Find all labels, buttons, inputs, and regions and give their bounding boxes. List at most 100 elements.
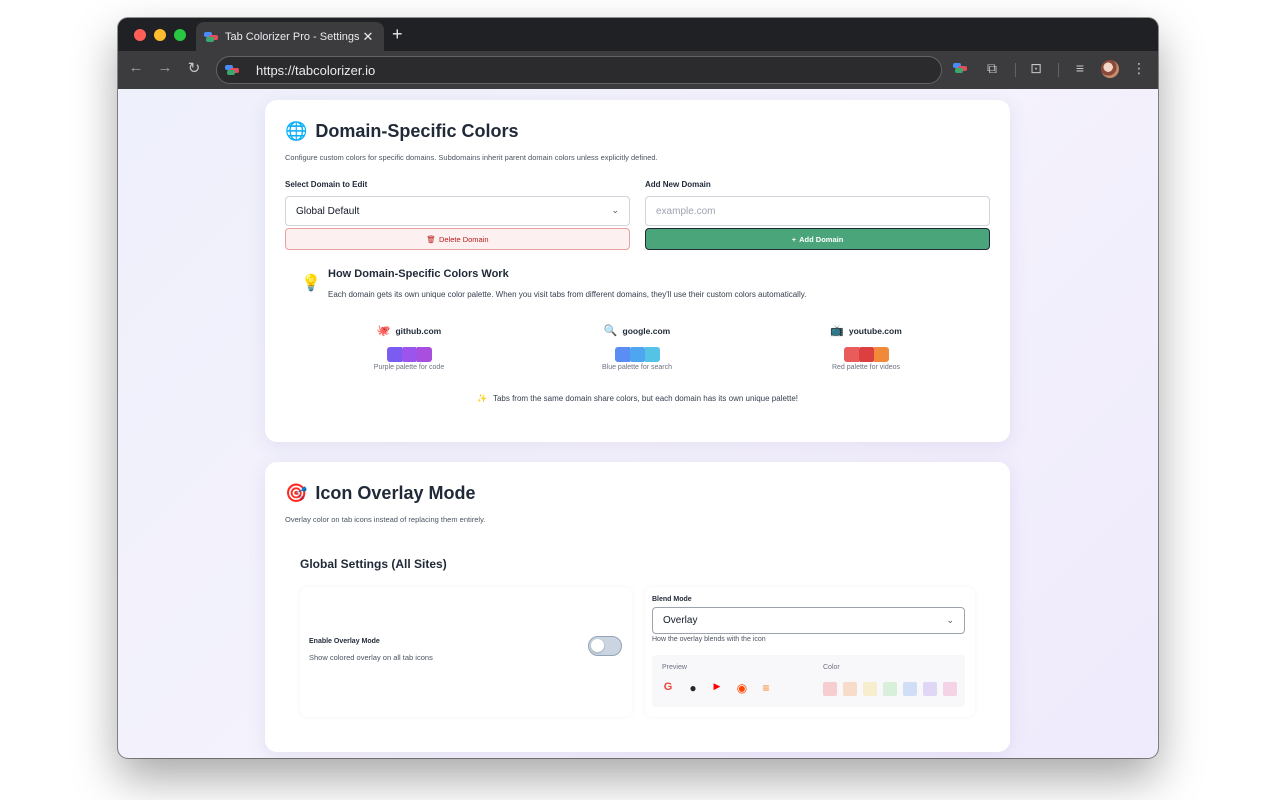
target-icon: 🎯 [285,483,308,503]
url-text: https://tabcolorizer.io [256,62,376,78]
add-domain-button[interactable]: + Add Domain [645,228,990,250]
reload-icon[interactable]: ↻ [184,59,204,77]
television-icon: 📺 [830,325,844,337]
github-example: 🐙 github.com Purple palette for code [329,324,489,371]
minimize-window-button[interactable] [154,29,166,41]
reddit-icon: ◉ [736,681,748,695]
example-caption: Red palette for videos [831,364,901,371]
color-swatch-blue[interactable] [903,682,917,696]
color-label: Color [823,664,840,671]
color-swatch-green[interactable] [883,682,897,696]
palette-swatches [786,347,946,362]
back-icon[interactable]: ← [126,59,146,76]
close-tab-icon[interactable]: ✕ [360,29,376,45]
domain-colors-card: 🌐 Domain-Specific Colors Configure custo… [265,100,1010,442]
blend-mode-select[interactable]: Overlay ⌄ [652,607,965,634]
palette-swatch [614,347,630,362]
global-settings-title: Global Settings (All Sites) [300,557,447,571]
plus-icon: + [791,234,797,244]
address-bar[interactable]: https://tabcolorizer.io [216,56,942,84]
domain-select-value: Global Default [296,205,360,217]
delete-domain-button[interactable]: 🗑 Delete Domain [285,228,630,250]
domain-colors-heading: 🌐 Domain-Specific Colors [285,121,518,142]
example-caption: Blue palette for search [601,364,673,371]
blend-mode-description: How the overlay blends with the icon [652,636,766,643]
google-icon: G [663,681,673,693]
palette-swatch [386,347,402,362]
blend-mode-label: Blend Mode [652,596,692,603]
color-swatch-purple[interactable] [923,682,937,696]
github-icon: ● [689,681,697,695]
add-domain-label: Add New Domain [645,180,711,189]
extensions-puzzle-icon[interactable]: ⧉ [982,60,1002,77]
sparkles-icon: ✨ [476,394,487,403]
new-domain-input[interactable]: example.com [645,196,990,226]
stackoverflow-icon: ≡ [762,681,770,695]
lightbulb-icon: 💡 [301,275,321,292]
color-swatch-orange[interactable] [843,682,857,696]
select-domain-label: Select Domain to Edit [285,180,368,189]
domain-select[interactable]: Global Default ⌄ [285,196,630,226]
blend-mode-value: Overlay [663,615,698,626]
preview-color-box: Preview Color G ● ▶ ◉ ≡ [652,655,965,707]
palette-tip-text: Tabs from the same domain share colors, … [492,394,799,403]
preview-label: Preview [662,664,687,671]
tab-colorizer-extension-icon[interactable] [953,60,973,76]
blend-mode-panel: Blend Mode Overlay ⌄ How the overlay ble… [645,587,975,717]
icon-overlay-heading: 🎯 Icon Overlay Mode [285,483,475,504]
toolbar-divider [1058,63,1059,77]
how-it-works-title: How Domain-Specific Colors Work [328,268,509,280]
browser-tab[interactable]: Tab Colorizer Pro - Settings ✕ [196,22,384,51]
domain-colors-title: Domain-Specific Colors [315,121,519,141]
new-tab-button[interactable]: + [392,24,403,45]
color-swatch-pink[interactable] [943,682,957,696]
search-tab-icon[interactable]: ⊡ [1026,60,1046,77]
example-caption: Purple palette for code [373,364,445,371]
palette-swatch [843,347,859,362]
globe-icon: 🌐 [285,121,308,141]
youtube-icon: ▶ [713,681,721,691]
page-viewport: 🌐 Domain-Specific Colors Configure custo… [118,89,1158,758]
palette-swatch [873,347,889,362]
tab-strip: Tab Colorizer Pro - Settings ✕ + [118,18,1158,51]
palette-swatches [557,347,717,362]
palette-tip: ✨ Tabs from the same domain share colors,… [265,394,1010,403]
add-domain-label-text: Add Domain [799,234,844,244]
icon-overlay-title: Icon Overlay Mode [315,483,476,503]
example-domain-name: youtube.com [848,325,902,336]
enable-overlay-toggle[interactable] [588,636,622,656]
palette-swatch [629,347,645,362]
color-swatch-red[interactable] [823,682,837,696]
icon-overlay-card: 🎯 Icon Overlay Mode Overlay color on tab… [265,462,1010,752]
profile-avatar[interactable] [1101,60,1119,78]
palette-swatch [644,347,660,362]
trash-icon: 🗑 [426,234,436,244]
color-swatch-yellow[interactable] [863,682,877,696]
enable-overlay-label: Enable Overlay Mode [309,638,380,645]
overlay-toggle-panel: Enable Overlay Mode Show colored overlay… [300,587,632,717]
delete-domain-label: Delete Domain [438,234,489,244]
browser-window: Tab Colorizer Pro - Settings ✕ + ← → ↻ h… [118,18,1158,758]
tab-title: Tab Colorizer Pro - Settings [225,30,360,43]
new-domain-placeholder: example.com [656,205,716,217]
close-window-button[interactable] [134,29,146,41]
enable-overlay-description: Show colored overlay on all tab icons [309,653,433,662]
icon-overlay-description: Overlay color on tab icons instead of re… [285,515,486,524]
chevron-down-icon: ⌄ [611,205,619,215]
palette-swatches [329,347,489,362]
tab-favicon-icon [204,31,218,42]
palette-swatch [416,347,432,362]
how-it-works-description: Each domain gets its own unique color pa… [328,290,807,299]
toolbar-divider [1015,63,1016,77]
forward-icon[interactable]: → [155,59,175,76]
site-favicon-icon [225,65,239,75]
example-domain-name: google.com [622,325,671,336]
example-domain-name: github.com [395,325,442,336]
reading-list-icon[interactable]: ≡ [1070,60,1090,76]
youtube-example: 📺 youtube.com Red palette for videos [786,324,946,371]
maximize-window-button[interactable] [174,29,186,41]
browser-toolbar: ← → ↻ https://tabcolorizer.io ⧉ ⊡ ≡ ⋮ [118,51,1158,89]
more-menu-icon[interactable]: ⋮ [1129,60,1149,77]
palette-swatch [858,347,874,362]
domain-colors-description: Configure custom colors for specific dom… [285,153,658,162]
